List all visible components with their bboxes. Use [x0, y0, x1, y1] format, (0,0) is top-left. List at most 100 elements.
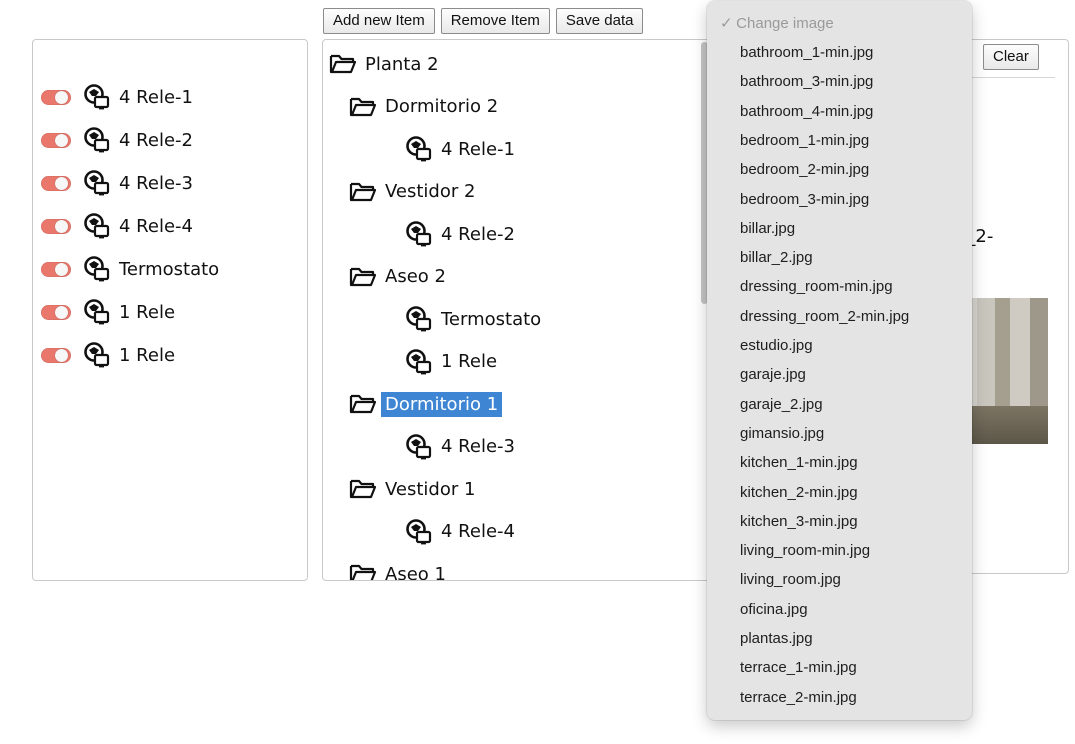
tree-node-label: Aseo 2 [385, 266, 446, 287]
dropdown-header-label: Change image [736, 15, 834, 32]
tree-folder-node[interactable]: Dormitorio 1 [349, 387, 503, 421]
device-icon [405, 518, 433, 546]
clear-button[interactable]: Clear [983, 44, 1039, 70]
device-row: 4 Rele-2 [41, 125, 193, 155]
tree-folder-node[interactable]: Aseo 1 [349, 557, 450, 581]
checkmark-icon: ✓ [720, 15, 733, 32]
tree-device-node[interactable]: 4 Rele-3 [405, 430, 519, 464]
tree-device-node[interactable]: Termostato [405, 302, 545, 336]
dropdown-option[interactable]: kitchen_3-min.jpg [740, 509, 858, 535]
tree-node-label: Termostato [441, 308, 542, 330]
device-icon [405, 348, 433, 376]
device-toggle[interactable] [41, 304, 71, 320]
dropdown-option[interactable]: living_room.jpg [740, 567, 841, 593]
toggle-knob [55, 262, 68, 276]
device-toggle[interactable] [41, 175, 71, 191]
device-label: Termostato [119, 258, 220, 280]
dropdown-option[interactable]: bedroom_2-min.jpg [740, 157, 869, 183]
toggle-knob [55, 133, 68, 147]
dropdown-option[interactable]: kitchen_2-min.jpg [740, 480, 858, 506]
dropdown-option[interactable]: bathroom_1-min.jpg [740, 40, 873, 66]
dropdown-option[interactable]: kitchen_1-min.jpg [740, 450, 858, 476]
tree-device-node[interactable]: 4 Rele-4 [405, 515, 519, 549]
tree-folder-node[interactable]: Aseo 2 [349, 260, 450, 294]
device-toggle[interactable] [41, 218, 71, 234]
dropdown-option[interactable]: living_room-min.jpg [740, 538, 870, 564]
open-folder-icon [349, 478, 377, 500]
save-data-button[interactable]: Save data [555, 8, 644, 34]
dropdown-option[interactable]: plantas.jpg [740, 626, 813, 652]
device-toggle[interactable] [41, 347, 71, 363]
open-folder-icon [349, 181, 377, 203]
tree-folder-node[interactable]: Planta 2 [329, 47, 443, 81]
device-row: Termostato [41, 254, 219, 284]
dropdown-option[interactable]: estudio.jpg [740, 333, 813, 359]
dropdown-option[interactable]: billar.jpg [740, 216, 795, 242]
device-label: 1 Rele [119, 301, 176, 323]
device-list-panel: 4 Rele-1 4 Rele-2 4 Rele-3 4 Rele-4 Termosta… [32, 39, 308, 581]
dropdown-option[interactable]: garaje.jpg [740, 362, 806, 388]
device-toggle[interactable] [41, 89, 71, 105]
tree-node-label: Vestidor 1 [385, 478, 476, 500]
toolbar: Add new Item Remove Item Save data [323, 8, 644, 34]
tree-node-label: 4 Rele-4 [441, 521, 515, 542]
dropdown-option[interactable]: garaje_2.jpg [740, 392, 823, 418]
device-toggle[interactable] [41, 132, 71, 148]
device-icon [405, 305, 433, 333]
dropdown-option[interactable]: terrace_2-min.jpg [740, 685, 857, 711]
dropdown-option[interactable]: dressing_room_2-min.jpg [740, 304, 909, 330]
tree-node-label: 4 Rele-1 [441, 138, 515, 160]
toggle-knob [55, 348, 68, 362]
image-panel-divider [960, 77, 1055, 78]
tree-node-label: Aseo 1 [385, 563, 446, 581]
dropdown-option[interactable]: bathroom_3-min.jpg [740, 69, 873, 95]
device-row: 4 Rele-1 [41, 82, 193, 112]
device-toggle[interactable] [41, 261, 71, 277]
toggle-knob [55, 90, 68, 104]
device-icon [83, 255, 111, 283]
device-row: 4 Rele-3 [41, 168, 193, 198]
tree-folder-node[interactable]: Dormitorio 2 [349, 90, 502, 124]
dropdown-option[interactable]: bedroom_3-min.jpg [740, 187, 869, 213]
device-icon [83, 83, 111, 111]
device-label: 1 Rele [119, 344, 176, 366]
tree-folder-node[interactable]: Vestidor 1 [349, 472, 479, 506]
device-icon [83, 341, 111, 369]
open-folder-icon [349, 563, 377, 581]
dropdown-option[interactable]: bedroom_1-min.jpg [740, 128, 869, 154]
device-icon [83, 212, 111, 240]
add-new-item-button[interactable]: Add new Item [323, 8, 435, 34]
device-icon [405, 135, 433, 163]
tree-folder-node[interactable]: Vestidor 2 [349, 175, 479, 209]
tree-node-label: 1 Rele [441, 351, 498, 372]
toggle-knob [55, 219, 68, 233]
change-image-dropdown[interactable]: ✓ Change image bathroom_1-min.jpgbathroo… [707, 1, 972, 720]
tree-node-label: 4 Rele-3 [441, 436, 515, 457]
tree-device-node[interactable]: 1 Rele [405, 345, 501, 379]
device-row: 1 Rele [41, 340, 175, 370]
device-row: 1 Rele [41, 297, 175, 327]
device-icon [83, 298, 111, 326]
dropdown-option[interactable]: terrace_1-min.jpg [740, 655, 857, 681]
tree-node-label: Dormitorio 2 [385, 96, 499, 117]
open-folder-icon [349, 96, 377, 118]
tree-node-label: Planta 2 [365, 53, 439, 75]
device-icon [83, 126, 111, 154]
open-folder-icon [349, 266, 377, 288]
dropdown-option[interactable]: bathroom_4-min.jpg [740, 99, 873, 125]
tree-device-node[interactable]: 4 Rele-1 [405, 132, 519, 166]
tree-device-node[interactable]: 4 Rele-2 [405, 217, 519, 251]
dropdown-option[interactable]: billar_2.jpg [740, 245, 813, 271]
device-label: 4 Rele-1 [119, 86, 193, 108]
dropdown-option[interactable]: oficina.jpg [740, 597, 808, 623]
tree-node-label: 4 Rele-2 [441, 223, 515, 245]
device-icon [405, 433, 433, 461]
tree-node-label: Vestidor 2 [385, 181, 476, 202]
remove-item-button[interactable]: Remove Item [440, 8, 550, 34]
device-icon [405, 220, 433, 248]
device-icon [83, 169, 111, 197]
dropdown-option[interactable]: dressing_room-min.jpg [740, 274, 893, 300]
dropdown-option[interactable]: gimansio.jpg [740, 421, 824, 447]
device-label: 4 Rele-3 [119, 172, 193, 194]
device-label: 4 Rele-2 [119, 129, 193, 151]
